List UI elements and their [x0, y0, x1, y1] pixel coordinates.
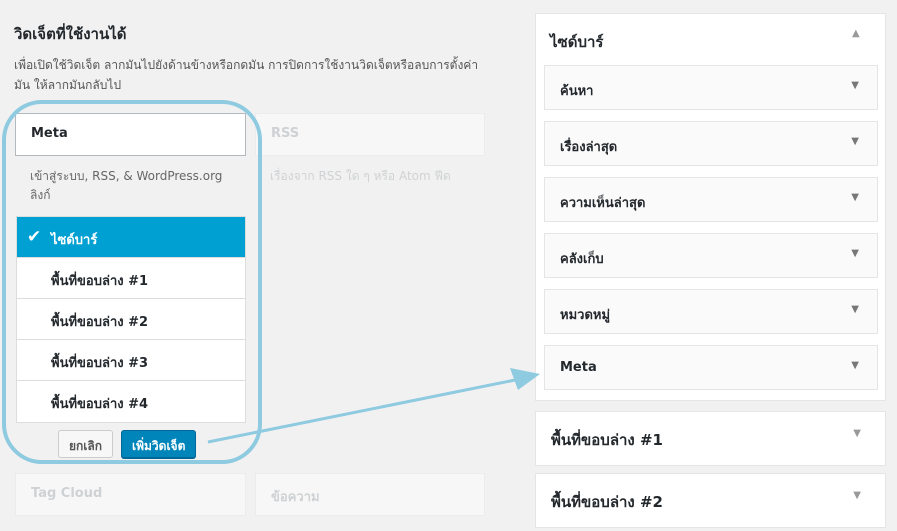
- chooser-item-sidebar[interactable]: ✔ ไซด์บาร์: [17, 217, 245, 258]
- sidebar-area-title[interactable]: ไซด์บาร์: [550, 30, 603, 54]
- expand-arrow-icon[interactable]: ▼: [851, 136, 859, 147]
- widget-meta-label: Meta: [31, 126, 68, 141]
- chooser-item-label: พื้นที่ขอบล่าง #4: [51, 397, 149, 412]
- widget-rss[interactable]: RSS: [255, 113, 485, 156]
- chooser-item-label: พื้นที่ขอบล่าง #2: [51, 315, 149, 330]
- sidebar-widget-label: ค้นหา: [560, 84, 594, 99]
- expand-arrow-icon[interactable]: ▼: [851, 80, 859, 91]
- expand-arrow-icon[interactable]: ▼: [851, 360, 859, 371]
- expand-arrow-icon[interactable]: ▼: [853, 490, 861, 501]
- sidebar-widget-meta[interactable]: Meta ▼: [544, 345, 878, 390]
- widget-meta[interactable]: Meta: [15, 113, 246, 156]
- chooser-item-footer-2[interactable]: พื้นที่ขอบล่าง #2: [17, 299, 245, 340]
- chooser-item-footer-4[interactable]: พื้นที่ขอบล่าง #4: [17, 381, 245, 422]
- chooser-item-footer-1[interactable]: พื้นที่ขอบล่าง #1: [17, 258, 245, 299]
- widget-text-label: ข้อความ: [271, 490, 320, 505]
- collapse-arrow-icon[interactable]: ▲: [852, 28, 860, 39]
- sidebar-widget-recent-comments[interactable]: ความเห็นล่าสุด ▼: [544, 177, 878, 222]
- available-widgets-title: วิดเจ็ตที่ใช้งานได้: [14, 25, 127, 43]
- sidebar-widget-categories[interactable]: หมวดหมู่ ▼: [544, 289, 878, 334]
- chooser-item-label: พื้นที่ขอบล่าง #3: [51, 356, 149, 371]
- widget-tag-cloud[interactable]: Tag Cloud: [15, 473, 246, 516]
- sidebar-widget-label: คลังเก็บ: [560, 252, 604, 267]
- widget-text[interactable]: ข้อความ: [255, 473, 485, 516]
- sidebar-chooser: ✔ ไซด์บาร์ พื้นที่ขอบล่าง #1 พื้นที่ขอบล…: [16, 216, 246, 423]
- sidebar-widget-recent-posts[interactable]: เรื่องล่าสุด ▼: [544, 121, 878, 166]
- expand-arrow-icon[interactable]: ▼: [851, 304, 859, 315]
- cancel-button[interactable]: ยกเลิก: [58, 430, 114, 458]
- chooser-item-label: ไซด์บาร์: [51, 233, 98, 248]
- widget-rss-label: RSS: [271, 126, 300, 141]
- widget-area-label: พื้นที่ขอบล่าง #1: [551, 431, 663, 449]
- widget-rss-description: เรื่องจาก RSS ใด ๆ หรือ Atom ฟีด: [270, 169, 451, 183]
- chooser-item-label: พื้นที่ขอบล่าง #1: [51, 274, 149, 289]
- sidebar-widget-label: ความเห็นล่าสุด: [560, 196, 646, 211]
- expand-arrow-icon[interactable]: ▼: [853, 428, 861, 439]
- widget-meta-description: เข้าสู่ระบบ, RSS, & WordPress.org ลิงก์: [30, 169, 223, 202]
- add-widget-button[interactable]: เพิ่มวิดเจ็ต: [121, 430, 197, 458]
- sidebar-widget-label: Meta: [560, 360, 597, 375]
- sidebar-widget-label: หมวดหมู่: [560, 308, 611, 323]
- widget-tag-cloud-label: Tag Cloud: [31, 486, 103, 501]
- expand-arrow-icon[interactable]: ▼: [851, 192, 859, 203]
- sidebar-widget-archives[interactable]: คลังเก็บ ▼: [544, 233, 878, 278]
- widget-area-footer-1[interactable]: พื้นที่ขอบล่าง #1 ▼: [535, 411, 886, 466]
- sidebar-widget-label: เรื่องล่าสุด: [560, 140, 618, 155]
- checkmark-icon: ✔: [27, 227, 42, 247]
- available-widgets-description: เพื่อเปิดใช้วิดเจ็ต ลากมันไปยังด้านข้างห…: [14, 58, 479, 92]
- expand-arrow-icon[interactable]: ▼: [851, 248, 859, 259]
- chooser-item-footer-3[interactable]: พื้นที่ขอบล่าง #3: [17, 340, 245, 381]
- widget-area-footer-2[interactable]: พื้นที่ขอบล่าง #2 ▼: [535, 473, 886, 528]
- sidebar-widget-search[interactable]: ค้นหา ▼: [544, 65, 878, 110]
- widget-area-label: พื้นที่ขอบล่าง #2: [551, 493, 663, 511]
